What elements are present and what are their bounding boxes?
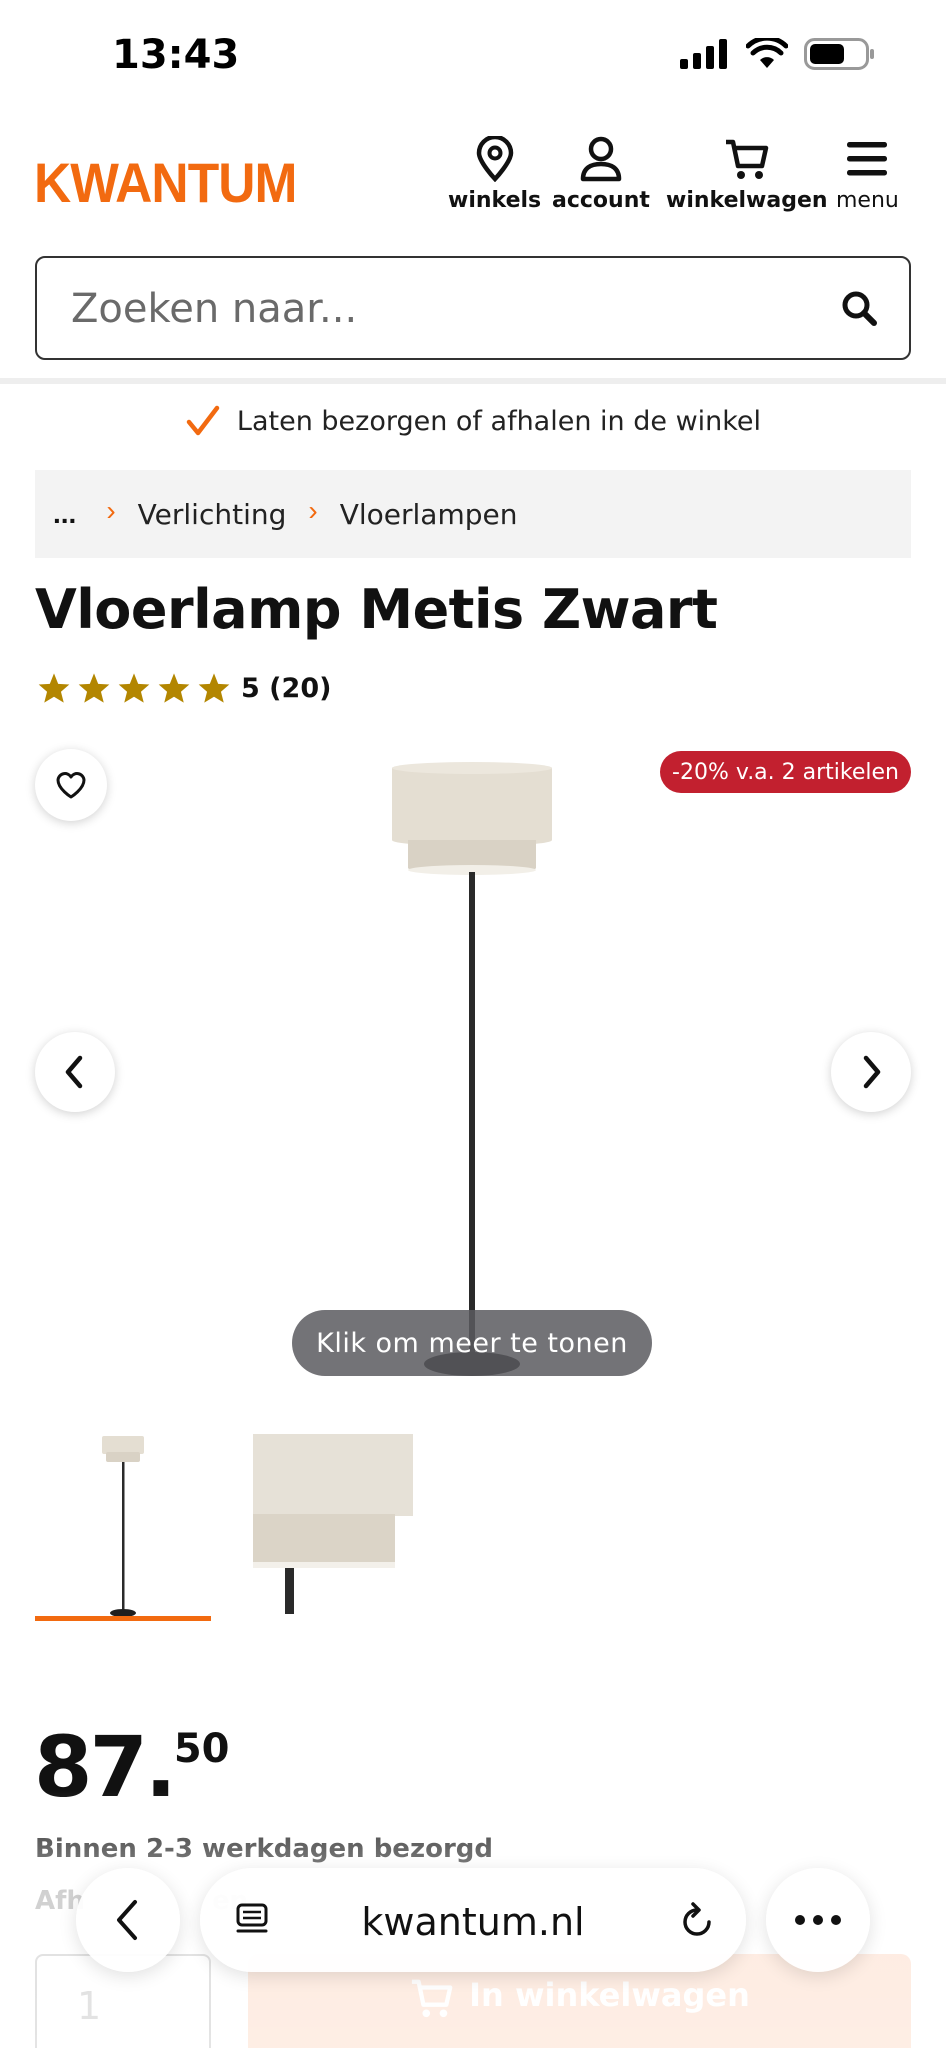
usp-text: Laten bezorgen of afhalen in de winkel (236, 405, 762, 437)
star-icon (38, 673, 70, 703)
browser-url-bar[interactable]: kwantum.nl (200, 1868, 746, 1972)
status-time: 13:43 (112, 32, 240, 78)
star-icon (198, 673, 230, 703)
product-title: Vloerlamp Metis Zwart (35, 578, 718, 641)
show-more-button[interactable]: Klik om meer te tonen (292, 1310, 652, 1376)
quantity-value: 1 (77, 1984, 102, 2028)
search-input[interactable] (71, 282, 811, 336)
search-icon (842, 291, 877, 326)
nav-label-winkels: winkels (448, 188, 542, 213)
usp-bar: Laten bezorgen of afhalen in de winkel (0, 396, 946, 446)
breadcrumb-ellipsis[interactable]: ... (53, 498, 76, 530)
thumbnail-lamp-full[interactable] (35, 1420, 211, 1622)
reload-icon[interactable] (678, 1900, 716, 1940)
location-pin-icon (476, 136, 513, 182)
breadcrumb-item-vloerlampen[interactable]: Vloerlampen (340, 498, 518, 531)
chevron-right-icon: › (106, 495, 116, 526)
star-icon (118, 673, 150, 703)
heart-icon (56, 772, 86, 799)
cart-icon (725, 139, 769, 179)
nav-account[interactable]: account (552, 136, 650, 213)
more-dots-icon (795, 1915, 841, 1925)
hamburger-icon (847, 142, 888, 176)
thumbnail-shade-detail[interactable] (253, 1420, 429, 1622)
browser-more-button[interactable] (766, 1868, 870, 1972)
promo-badge: -20% v.a. 2 artikelen (660, 751, 911, 793)
status-icons (680, 38, 876, 70)
cart-icon (412, 1979, 453, 2018)
breadcrumb: ... › Verlichting › Vloerlampen (35, 470, 911, 558)
thumbnail-active-indicator (35, 1616, 211, 1621)
star-icon (158, 673, 190, 703)
star-icon (78, 673, 110, 703)
battery-icon (804, 38, 874, 70)
gallery-next-button[interactable] (831, 1032, 911, 1112)
signal-icon (680, 39, 727, 69)
chevron-right-icon: › (308, 495, 318, 526)
checkmark-icon (186, 405, 220, 436)
chevron-left-icon (65, 1055, 83, 1089)
site-header: KWANTUM winkels account winkelwagen menu (0, 110, 946, 240)
product-image[interactable] (340, 760, 610, 1380)
gallery-prev-button[interactable] (35, 1032, 115, 1112)
breadcrumb-item-verlichting[interactable]: Verlichting (138, 498, 287, 531)
rating-text: 5 (20) (241, 672, 332, 704)
header-divider (0, 378, 946, 384)
chevron-left-icon (117, 1900, 137, 1940)
product-price: 87 . 50 (34, 1718, 230, 1816)
nav-winkels[interactable]: winkels (448, 136, 541, 213)
nav-label-menu: menu (836, 188, 899, 213)
favorite-button[interactable] (35, 749, 107, 821)
nav-label-account: account (552, 188, 650, 213)
nav-label-winkelwagen: winkelwagen (666, 188, 828, 213)
search-button[interactable] (839, 288, 879, 333)
search-box (35, 256, 911, 360)
browser-back-button[interactable] (76, 1868, 180, 1972)
add-to-cart-label: In winkelwagen (469, 1976, 750, 2014)
thumbnail-strip (35, 1420, 429, 1622)
delivery-info: Binnen 2-3 werkdagen bezorgd (35, 1834, 493, 1864)
chevron-right-icon (863, 1055, 881, 1089)
nav-winkelwagen[interactable]: winkelwagen (666, 136, 828, 213)
status-bar: 13:43 (0, 0, 946, 110)
product-rating[interactable]: 5 (20) (37, 672, 331, 704)
user-icon (580, 136, 622, 182)
url-text: kwantum.nl (361, 1900, 585, 1944)
price-cents: 50 (173, 1726, 230, 1772)
price-main: 87 (34, 1718, 148, 1816)
price-dot: . (144, 1718, 177, 1816)
nav-menu[interactable]: menu (836, 136, 899, 213)
wifi-icon (746, 38, 788, 68)
kwantum-logo[interactable]: KWANTUM (34, 150, 297, 215)
